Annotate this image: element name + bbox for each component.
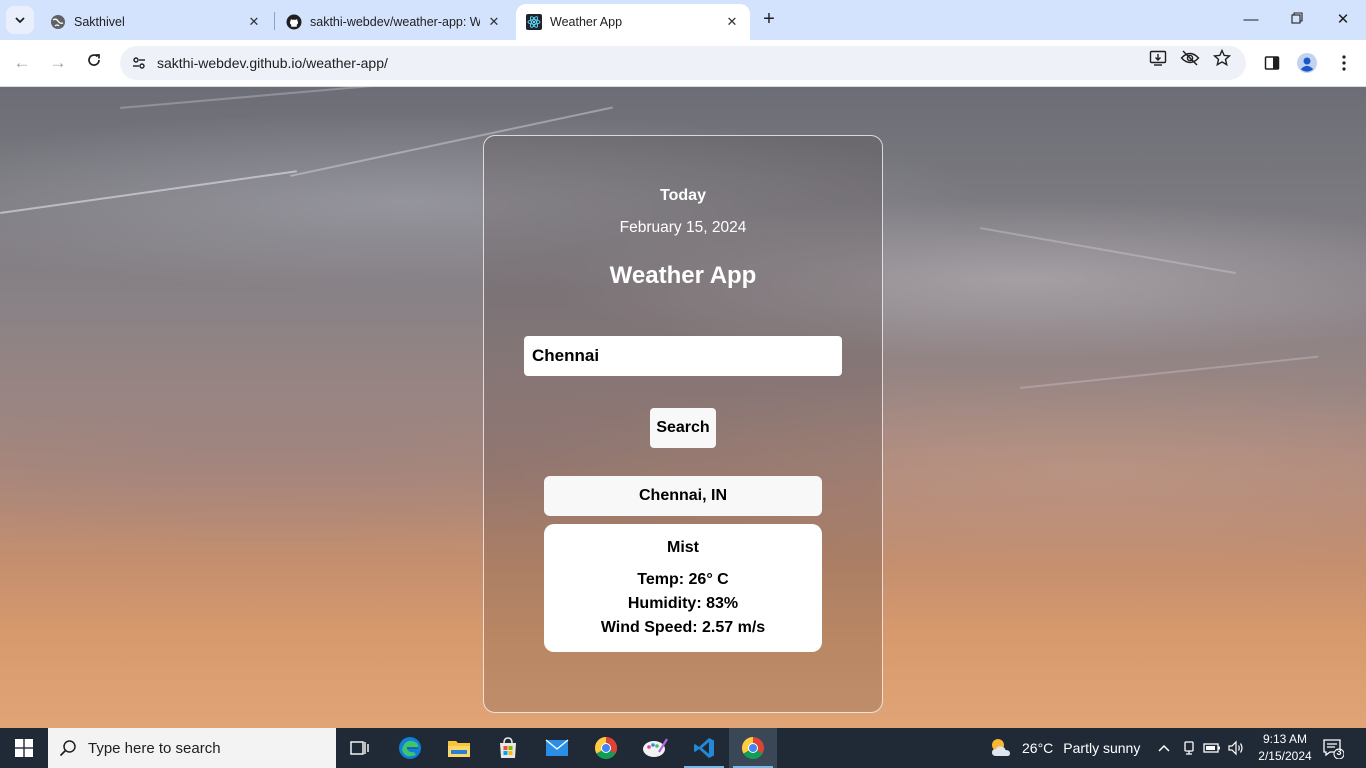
network-icon[interactable] (1179, 738, 1199, 758)
volume-icon[interactable] (1226, 738, 1246, 758)
close-window-button[interactable]: ✕ (1320, 8, 1366, 32)
browser-tab-strip: Sakthivel ✕ sakthi-webdev/weather-app: W… (0, 0, 1366, 40)
start-button[interactable] (0, 728, 48, 768)
mail-taskbar-app[interactable] (533, 728, 581, 768)
close-icon[interactable]: ✕ (246, 14, 262, 30)
search-icon (48, 739, 88, 757)
chrome-icon (595, 737, 617, 759)
search-placeholder: Type here to search (88, 739, 221, 757)
reload-icon (88, 54, 100, 66)
edge-taskbar-app[interactable] (386, 728, 434, 768)
forward-button[interactable]: → (46, 51, 70, 75)
paint-palette-icon (643, 738, 668, 757)
folder-icon (448, 741, 470, 757)
weather-page: Today February 15, 2024 Weather App Sear… (0, 87, 1366, 728)
temperature-text: Temp: 26° C (637, 571, 729, 588)
new-tab-button[interactable]: + (758, 8, 780, 32)
location-display: Chennai, IN (544, 476, 822, 516)
tab-title: sakthi-webdev/weather-app: W (310, 15, 480, 29)
restore-icon (1291, 12, 1303, 24)
city-search-input[interactable] (524, 336, 842, 376)
close-icon[interactable]: ✕ (486, 14, 502, 30)
tab-title: Weather App (550, 15, 623, 29)
weather-condition: Mist (667, 539, 699, 556)
vscode-taskbar-app[interactable] (680, 728, 728, 768)
more-menu-icon[interactable] (1333, 52, 1355, 74)
battery-icon[interactable] (1202, 738, 1222, 758)
profile-avatar-icon[interactable] (1296, 52, 1318, 74)
site-info-button[interactable] (122, 46, 156, 80)
tab-title: Sakthivel (74, 15, 125, 29)
globe-icon (51, 15, 65, 29)
address-bar[interactable]: sakthi-webdev.github.io/weather-app/ (120, 46, 1246, 80)
search-button[interactable]: Search (650, 408, 716, 448)
file-explorer-taskbar-app[interactable] (435, 728, 483, 768)
tab-search-button[interactable] (6, 6, 34, 34)
taskbar-search-box[interactable]: Type here to search (48, 728, 336, 768)
weather-details: Mist Temp: 26° C Humidity: 83% Wind Spee… (544, 524, 822, 652)
close-icon[interactable]: ✕ (724, 14, 740, 30)
edge-icon (399, 737, 421, 759)
cloud-streak (119, 87, 380, 109)
restore-button[interactable] (1274, 8, 1320, 32)
task-view-button[interactable] (336, 728, 384, 768)
clock-date: 2/15/2024 (1258, 749, 1312, 763)
mail-icon (545, 739, 569, 756)
tab-separator (274, 12, 275, 30)
app-title: Weather App (609, 262, 757, 289)
install-app-icon[interactable] (1148, 48, 1168, 68)
partly-sunny-icon (992, 739, 1010, 756)
chrome-icon (742, 737, 764, 759)
vscode-icon (694, 738, 714, 758)
chevron-up-icon[interactable] (1154, 738, 1174, 758)
store-icon (500, 737, 516, 758)
windows-taskbar: Type here to search 26°C Partly sunny 9:… (0, 728, 1366, 768)
weather-temp: 26°C (1022, 740, 1054, 756)
taskbar-clock[interactable]: 9:13 AM 2/15/2024 (1256, 731, 1314, 765)
tab-weather-app[interactable]: Weather App ✕ (516, 4, 750, 40)
minimize-button[interactable]: — (1228, 8, 1274, 32)
wind-speed-text: Wind Speed: 2.57 m/s (600, 619, 766, 636)
tab-github-weather-app[interactable]: sakthi-webdev/weather-app: W ✕ (276, 4, 512, 40)
weather-condition-text: Partly sunny (1063, 740, 1141, 756)
react-icon (526, 14, 542, 30)
chevron-down-icon (15, 17, 25, 24)
windows-logo-icon (15, 739, 33, 757)
tune-icon (133, 57, 145, 69)
notification-count: 3 (1336, 747, 1342, 757)
side-panel-icon[interactable] (1261, 52, 1283, 74)
cloud-streak (0, 170, 298, 214)
date-label: February 15, 2024 (619, 219, 747, 236)
github-icon (286, 14, 302, 30)
taskbar-weather-widget[interactable]: 26°C Partly sunny (988, 728, 1140, 768)
tab-sakthivel[interactable]: Sakthivel ✕ (40, 4, 272, 40)
eye-off-icon[interactable] (1180, 48, 1200, 68)
weather-card: Today February 15, 2024 Weather App Sear… (483, 135, 883, 713)
day-label: Today (660, 187, 706, 204)
notifications-button[interactable]: 3 (1322, 737, 1345, 760)
browser-toolbar: ← → sakthi-webdev.github.io/weather-app/ (0, 40, 1366, 87)
microsoft-store-taskbar-app[interactable] (484, 728, 532, 768)
reload-button[interactable] (82, 51, 106, 75)
url-text: sakthi-webdev.github.io/weather-app/ (157, 55, 388, 71)
chrome-active-taskbar-app[interactable] (729, 728, 777, 768)
paint-taskbar-app[interactable] (631, 728, 679, 768)
chrome-taskbar-app[interactable] (582, 728, 630, 768)
clock-time: 9:13 AM (1262, 732, 1308, 746)
cloud-streak (1019, 355, 1319, 389)
humidity-text: Humidity: 83% (627, 595, 739, 612)
bookmark-star-icon[interactable] (1212, 48, 1232, 68)
task-view-icon (350, 741, 369, 755)
cloud-streak (979, 227, 1237, 275)
back-button[interactable]: ← (10, 51, 34, 75)
